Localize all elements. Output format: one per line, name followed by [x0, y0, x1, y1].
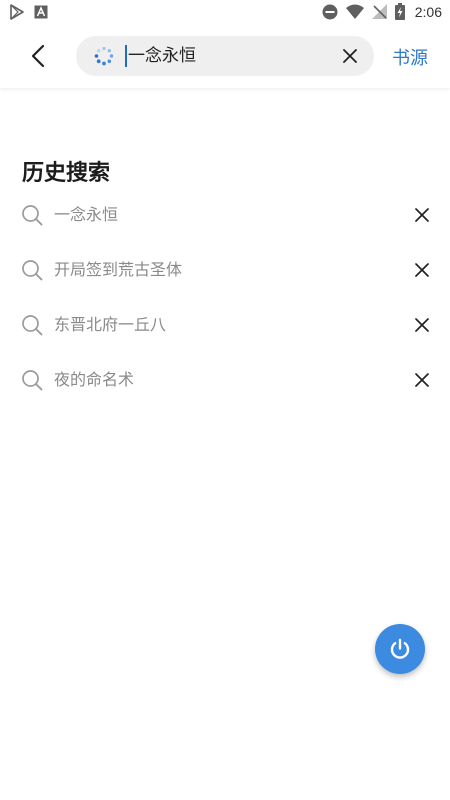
- back-button[interactable]: [22, 40, 54, 72]
- status-right: 2:06: [322, 3, 442, 20]
- power-icon: [390, 638, 410, 659]
- text-caret: [125, 45, 127, 67]
- close-icon: [343, 49, 357, 63]
- no-signal-icon: [371, 4, 387, 19]
- search-box[interactable]: [76, 36, 374, 76]
- chevron-left-icon: [31, 44, 45, 68]
- book-source-button[interactable]: 书源: [392, 44, 428, 70]
- remove-history-button[interactable]: [412, 260, 432, 280]
- battery-charging-icon: [394, 3, 405, 20]
- history-title: 历史搜索: [22, 161, 111, 186]
- status-left: [10, 4, 48, 20]
- close-icon: [415, 318, 429, 332]
- history-item[interactable]: 夜的命名术: [0, 353, 450, 408]
- text-a-icon: [34, 5, 48, 19]
- play-store-icon: [10, 4, 24, 20]
- history-item[interactable]: 一念永恒: [0, 188, 450, 243]
- status-time: 2:06: [414, 3, 442, 20]
- search-icon: [22, 370, 43, 391]
- search-input[interactable]: [128, 36, 328, 76]
- close-icon: [415, 263, 429, 277]
- status-bar: 2:06: [0, 0, 450, 24]
- wifi-icon: [345, 4, 364, 19]
- history-item[interactable]: 开局签到荒古圣体: [0, 243, 450, 298]
- top-bar: 书源: [0, 24, 450, 88]
- history-item-label: 夜的命名术: [54, 370, 135, 389]
- loading-spinner-icon: [94, 46, 114, 66]
- remove-history-button[interactable]: [412, 315, 432, 335]
- power-fab-button[interactable]: [375, 624, 425, 674]
- history-item-label: 开局签到荒古圣体: [54, 260, 183, 279]
- close-icon: [415, 373, 429, 387]
- search-icon: [22, 260, 43, 281]
- do-not-disturb-icon: [322, 4, 338, 19]
- clear-search-button[interactable]: [340, 46, 360, 66]
- history-list: 一念永恒 开局签到荒古圣体 东晋北府一丘八 夜的命名术: [0, 188, 450, 408]
- search-icon: [22, 205, 43, 226]
- remove-history-button[interactable]: [412, 370, 432, 390]
- remove-history-button[interactable]: [412, 205, 432, 225]
- history-item-label: 一念永恒: [54, 205, 119, 224]
- search-screen: 2:06 一念永恒 书源 历史搜索 一念永恒 开局签到荒古圣体 东晋北府一丘八 …: [0, 0, 450, 800]
- history-item-label: 东晋北府一丘八: [54, 315, 167, 334]
- search-icon: [22, 315, 43, 336]
- history-item[interactable]: 东晋北府一丘八: [0, 298, 450, 353]
- close-icon: [415, 208, 429, 222]
